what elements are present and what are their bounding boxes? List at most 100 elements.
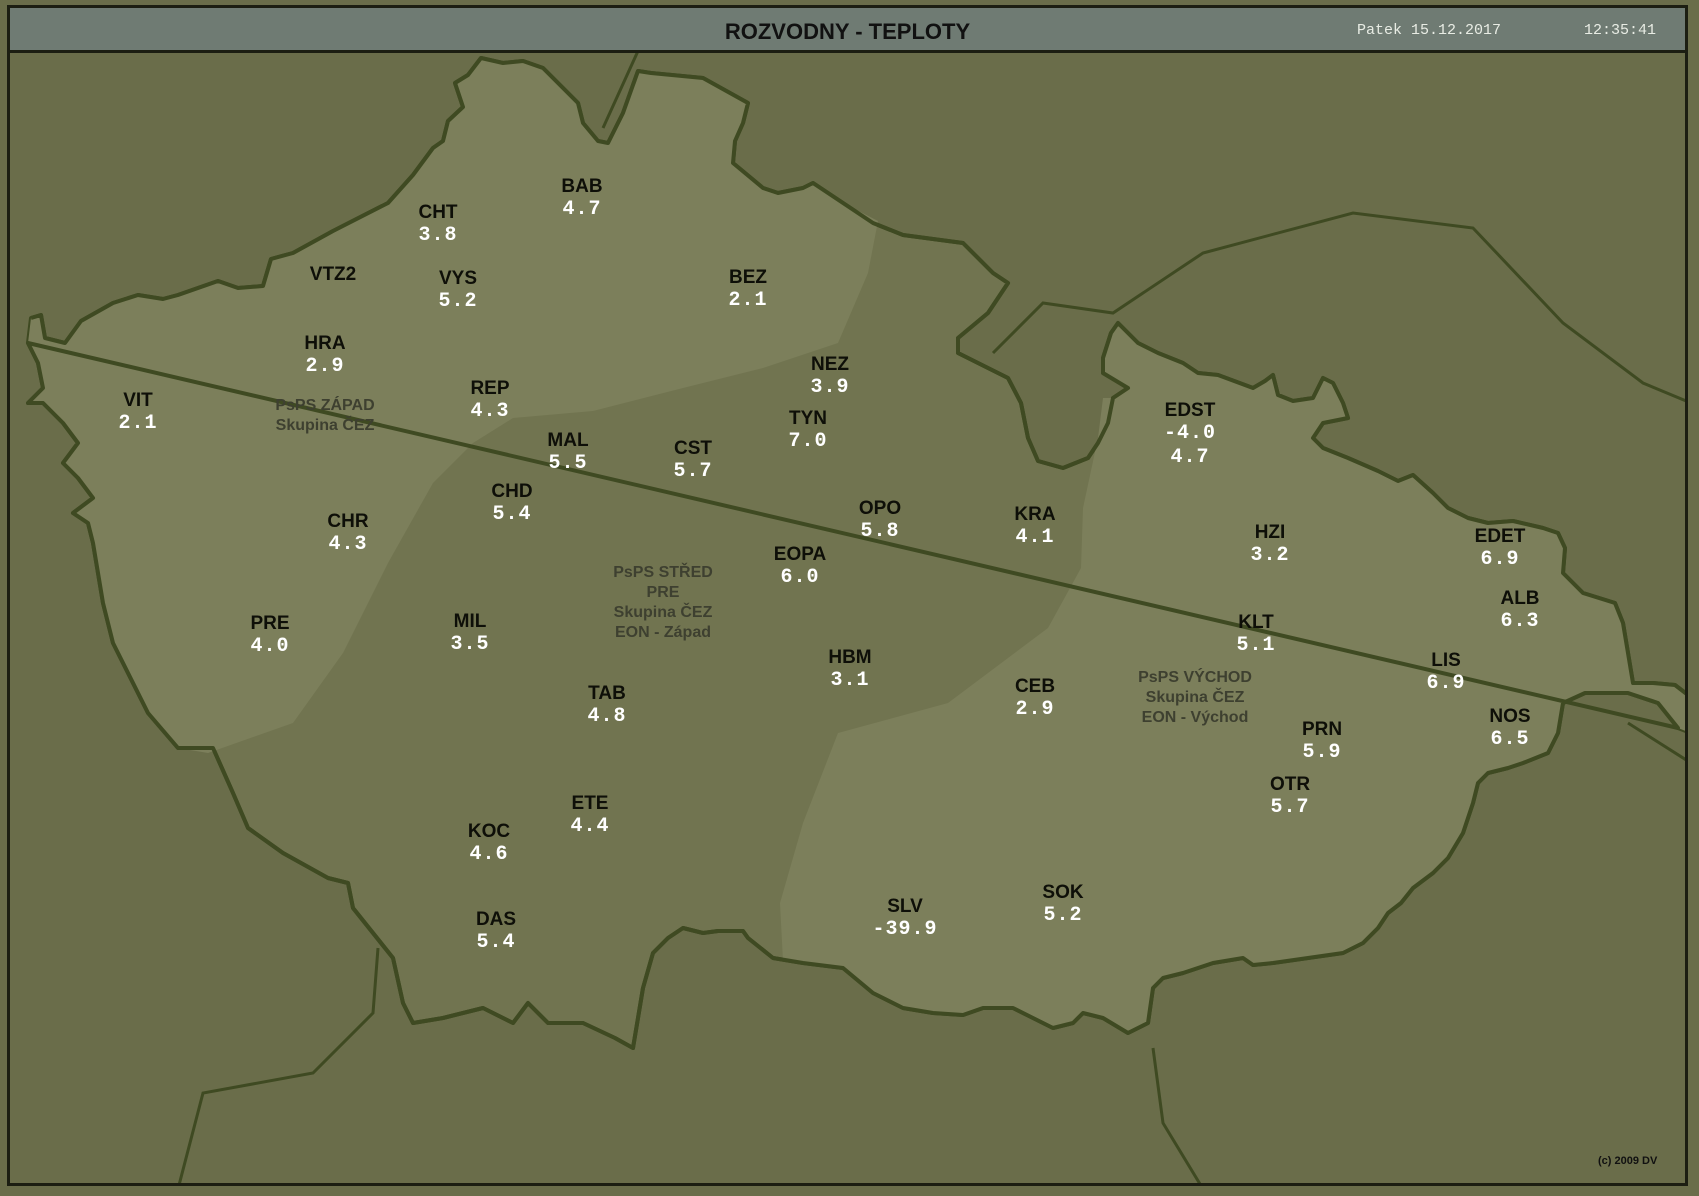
station-name: EDST bbox=[1164, 400, 1216, 421]
station-temp: 3.5 bbox=[450, 633, 490, 656]
station-temp: 5.5 bbox=[548, 452, 588, 475]
station-rep[interactable]: REP 4.3 bbox=[450, 378, 530, 424]
station-temp: 5.9 bbox=[1302, 741, 1342, 764]
station-name: CHD bbox=[491, 481, 533, 502]
station-name: CEB bbox=[1014, 676, 1056, 697]
station-temp: 5.4 bbox=[476, 931, 516, 954]
station-temp: 2.9 bbox=[305, 355, 345, 378]
station-temp: 4.1 bbox=[1015, 526, 1055, 549]
station-temp: -39.9 bbox=[872, 918, 938, 941]
station-name: OPO bbox=[858, 498, 902, 519]
station-name: NOS bbox=[1489, 706, 1531, 727]
region-line: PRE bbox=[646, 584, 680, 601]
station-bab[interactable]: BAB 4.7 bbox=[542, 176, 622, 222]
station-mil[interactable]: MIL 3.5 bbox=[430, 611, 510, 657]
station-name: MAL bbox=[547, 430, 589, 451]
station-das[interactable]: DAS 5.4 bbox=[456, 909, 536, 955]
region-line: PsPS VÝCHOD bbox=[1138, 669, 1252, 686]
station-bez[interactable]: BEZ 2.1 bbox=[708, 267, 788, 313]
station-temp: 2.1 bbox=[118, 412, 158, 435]
country-map bbox=[26, 50, 1685, 1183]
station-name: EDET bbox=[1474, 526, 1526, 547]
region-label-center: PsPS STŘED PRE Skupina ČEZ EON - Západ bbox=[588, 563, 738, 643]
station-name: BAB bbox=[561, 176, 603, 197]
station-nez[interactable]: NEZ 3.9 bbox=[790, 354, 870, 400]
station-temp: 4.8 bbox=[587, 705, 627, 728]
station-otr[interactable]: OTR 5.7 bbox=[1250, 774, 1330, 820]
station-name: PRE bbox=[250, 613, 290, 634]
station-vit[interactable]: VIT 2.1 bbox=[98, 390, 178, 436]
region-line: PsPS STŘED bbox=[613, 564, 713, 581]
station-slv[interactable]: SLV -39.9 bbox=[855, 896, 955, 942]
station-vys[interactable]: VYS 5.2 bbox=[418, 268, 498, 314]
station-temp: 5.8 bbox=[860, 520, 900, 543]
region-line: EON - Východ bbox=[1141, 709, 1249, 726]
station-temp: 6.3 bbox=[1500, 610, 1540, 633]
station-klt[interactable]: KLT 5.1 bbox=[1216, 612, 1296, 658]
station-cst[interactable]: CST 5.7 bbox=[653, 438, 733, 484]
station-temp: -4.0 bbox=[1163, 422, 1216, 445]
station-name: VTZ2 bbox=[309, 264, 357, 285]
station-name: CHT bbox=[418, 202, 458, 223]
region-line: Skupina ČEZ bbox=[275, 417, 375, 434]
station-temp: 2.9 bbox=[1015, 698, 1055, 721]
station-ceb[interactable]: CEB 2.9 bbox=[995, 676, 1075, 722]
station-hzi[interactable]: HZI 3.2 bbox=[1230, 522, 1310, 568]
station-name: LIS bbox=[1431, 650, 1461, 671]
station-opo[interactable]: OPO 5.8 bbox=[840, 498, 920, 544]
station-name: EOPA bbox=[773, 544, 827, 565]
station-temp: 6.9 bbox=[1480, 548, 1520, 571]
station-name: CHR bbox=[327, 511, 369, 532]
station-chr[interactable]: CHR 4.3 bbox=[308, 511, 388, 557]
station-ete[interactable]: ETE 4.4 bbox=[550, 793, 630, 839]
region-label-west: PsPS ZÁPAD Skupina ČEZ bbox=[255, 396, 395, 436]
station-eopa[interactable]: EOPA 6.0 bbox=[760, 544, 840, 590]
station-edet[interactable]: EDET 6.9 bbox=[1460, 526, 1540, 572]
station-tyn[interactable]: TYN 7.0 bbox=[768, 408, 848, 454]
station-mal[interactable]: MAL 5.5 bbox=[528, 430, 608, 476]
station-nos[interactable]: NOS 6.5 bbox=[1470, 706, 1550, 752]
station-temp: 6.9 bbox=[1426, 672, 1466, 695]
station-name: VYS bbox=[438, 268, 478, 289]
region-line: Skupina ČEZ bbox=[613, 604, 713, 621]
station-name: KRA bbox=[1014, 504, 1056, 525]
station-temp: 5.7 bbox=[1270, 796, 1310, 819]
station-chd[interactable]: CHD 5.4 bbox=[472, 481, 552, 527]
station-temp: 6.0 bbox=[780, 566, 820, 589]
station-name: ETE bbox=[571, 793, 609, 814]
station-temp: 6.5 bbox=[1490, 728, 1530, 751]
station-name: NEZ bbox=[811, 354, 849, 375]
station-prn[interactable]: PRN 5.9 bbox=[1282, 719, 1362, 765]
station-alb[interactable]: ALB 6.3 bbox=[1480, 588, 1560, 634]
station-temp: 5.1 bbox=[1236, 634, 1276, 657]
station-cht[interactable]: CHT 3.8 bbox=[398, 202, 478, 248]
region-line: EON - Západ bbox=[614, 624, 711, 641]
station-name: REP bbox=[470, 378, 510, 399]
station-vtz2[interactable]: VTZ2 bbox=[293, 264, 373, 286]
station-lis[interactable]: LIS 6.9 bbox=[1406, 650, 1486, 696]
station-name: DAS bbox=[475, 909, 517, 930]
station-name: SLV bbox=[887, 896, 923, 917]
station-name: ALB bbox=[1500, 588, 1540, 609]
station-kra[interactable]: KRA 4.1 bbox=[995, 504, 1075, 550]
station-pre[interactable]: PRE 4.0 bbox=[230, 613, 310, 659]
station-tab[interactable]: TAB 4.8 bbox=[567, 683, 647, 729]
date-display: Patek 15.12.2017 bbox=[1357, 22, 1502, 39]
station-hra[interactable]: HRA 2.9 bbox=[285, 333, 365, 379]
station-temp: 5.7 bbox=[673, 460, 713, 483]
station-name: HRA bbox=[304, 333, 346, 354]
station-name: HBM bbox=[828, 647, 872, 668]
station-name: VIT bbox=[123, 390, 153, 411]
station-name: PRN bbox=[1301, 719, 1343, 740]
station-name: BEZ bbox=[729, 267, 767, 288]
station-edst[interactable]: EDST -4.0 4.7 bbox=[1140, 400, 1240, 470]
copyright-text: (c) 2009 DV bbox=[1598, 1155, 1658, 1167]
region-line: PsPS ZÁPAD bbox=[275, 397, 375, 414]
station-sok[interactable]: SOK 5.2 bbox=[1023, 882, 1103, 928]
station-hbm[interactable]: HBM 3.1 bbox=[810, 647, 890, 693]
station-temp: 3.9 bbox=[810, 376, 850, 399]
station-koc[interactable]: KOC 4.6 bbox=[449, 821, 529, 867]
station-temp: 5.2 bbox=[1043, 904, 1083, 927]
station-temp: 5.2 bbox=[438, 290, 478, 313]
station-temp: 4.4 bbox=[570, 815, 610, 838]
